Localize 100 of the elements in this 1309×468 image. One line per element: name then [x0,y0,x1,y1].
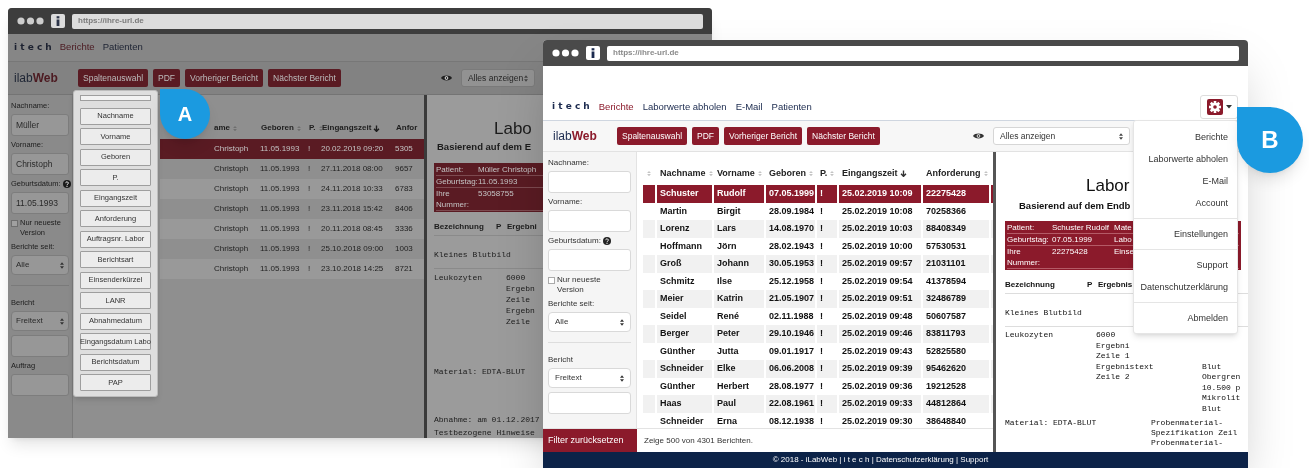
toolbar-button[interactable]: Spaltenauswahl [617,127,687,145]
info-label: Patient: [436,164,465,175]
table-cell-text: ! [307,163,312,175]
table-row[interactable]: Haas Paul 22.08.1961 ! 25.02.2019 09:33 44812864 [643,395,993,413]
table-cell-text: 11.05.1993 [259,163,301,175]
info-label: Mate [1114,222,1132,233]
nav-link[interactable]: Berichte [59,40,95,55]
column-header[interactable]: Eingangszeit [319,117,393,139]
menu-item[interactable]: Berichte [1134,126,1237,148]
table-row[interactable]: Meier Katrin 21.05.1907 ! 25.02.2019 09:51 32486789 [643,290,993,308]
window-dots-icon[interactable] [552,49,579,57]
info-label: Patient: [1007,222,1036,233]
select-arrows-icon[interactable] [1119,132,1123,140]
column-header[interactable]: Anfor [393,117,424,139]
table-cell-text: ! [307,223,312,235]
column-header[interactable]: P. [306,117,319,139]
input-field[interactable]: Müller [11,114,69,136]
table-row[interactable]: Schuster Rudolf 07.05.1999 ! 25.02.2019 10:09 22275428 [643,185,993,203]
column-header: P [1087,280,1094,290]
sort-down-icon[interactable] [373,124,381,132]
checkbox[interactable] [548,276,555,284]
report-title: Labo [494,119,532,139]
filter-input[interactable] [80,95,151,101]
table-cell-text: Christoph [213,203,250,215]
table-row[interactable]: Christoph 11.05.1993 ! 23.10.2018 14:25 8721 [160,259,424,279]
checkbox[interactable] [11,219,18,227]
callout-marker: B [1237,107,1303,173]
table-row[interactable]: Christoph 11.05.1993 ! 20.11.2018 08:45 3336 [160,219,424,239]
table-cell-text: 11.05.1993 [259,223,301,235]
menu-item[interactable]: Support [1134,254,1237,276]
info-label: Labo [1114,234,1132,245]
table-row[interactable]: Christoph 11.05.1993 ! 20.02.2019 09:20 5305 [160,139,424,159]
toolbar-button[interactable]: PDF [692,127,719,145]
column-header[interactable]: Geboren [258,117,306,139]
info-label: Geburtstag: [1007,234,1050,245]
select-arrows-icon[interactable] [60,261,64,269]
result-text: 6000 [1096,330,1116,341]
input-field[interactable] [11,374,69,396]
table-cell-text: ! [307,243,312,255]
nav-link[interactable]: Patienten [102,40,143,55]
view-select[interactable]: Alles anzeigen [460,69,535,87]
address-bar[interactable]: https://ihre-url.de [607,45,1239,61]
menu-item[interactable]: E-Mail [1134,170,1237,192]
info-value: 11.05.1993 [478,176,519,187]
select-field[interactable]: Alle [548,312,631,332]
table-row[interactable]: Berger Peter 29.10.1946 ! 25.02.2019 09:46 83811793 [643,325,993,343]
menu-item[interactable]: Datenschutzerklärung [1134,276,1237,298]
report-note: Abnahme: am 01.12.2017 [434,414,540,426]
input-field[interactable]: 11.05.1993 [11,192,69,214]
table-cell-text: 11.05.1993 [259,143,301,155]
toolbar-button[interactable]: Vorheriger Bericht [724,127,803,145]
table-row[interactable]: Groß Johann 30.05.1953 ! 25.02.2019 09:57 21031101 [643,255,993,273]
caret-icon[interactable] [1225,105,1232,109]
table-cell-text: Christoph [213,223,250,235]
input-field[interactable]: Christoph [11,153,69,175]
toolbar-button[interactable]: Nächster Bericht [268,69,341,87]
select-field[interactable]: Freitext [11,311,69,331]
nav-link[interactable]: Berichte [598,99,634,115]
table-cell-text: 8406 [394,203,414,215]
settings-button[interactable] [1200,95,1238,119]
menu-item[interactable]: Einstellungen [1134,223,1237,245]
material-note: Probenmaterial- [1151,438,1223,448]
select-arrows-icon[interactable] [620,318,624,326]
menu-item[interactable]: Laborwerte abholen [1134,148,1237,170]
toolbar-button[interactable]: Nächster Bericht [807,127,880,145]
nav-link[interactable]: Patienten [771,99,812,115]
toolbar-button[interactable]: Vorheriger Bericht [185,69,264,87]
nav-link[interactable]: Laborwerte abholen [642,99,727,115]
select-arrows-icon[interactable] [620,374,624,382]
column-header[interactable]: ame [212,117,258,139]
select-arrows-icon[interactable] [60,317,64,325]
result-text: Zeile 2 [1096,372,1130,383]
menu-item[interactable]: Abmelden [1134,307,1237,329]
column-header: Ergebni [507,222,537,232]
help-icon[interactable] [602,237,611,245]
info-icon [51,14,65,28]
input-field[interactable] [11,335,69,357]
window-dots-icon[interactable] [17,17,44,25]
toolbar-button[interactable]: Spaltenauswahl [78,69,148,87]
select-field[interactable]: Freitext [548,368,631,388]
select-field[interactable]: Alle [11,255,69,275]
reference-text: Mikrolit [1202,393,1241,404]
settings-icon[interactable] [1206,99,1223,115]
app-logo: ilabWeb [14,70,59,87]
table-cell-text: Christoph [213,243,250,255]
table-row[interactable]: Lorenz Lars 14.08.1970 ! 25.02.2019 10:03 88408349 [643,220,993,238]
reset-filter-button[interactable]: Filter zurücksetzen [543,428,637,453]
nav-link[interactable]: E-Mail [735,99,763,115]
field-label: Geburtsdatum: [548,235,601,247]
eye-icon [440,74,452,82]
view-select[interactable]: Alles anzeigen [993,127,1130,145]
sort-icon[interactable] [317,124,324,132]
table-cell-text: 8721 [394,263,414,275]
table-row[interactable]: Schneider Elke 06.06.2008 ! 25.02.2019 09:39 95462620 [643,360,993,378]
table-row[interactable]: Christoph 11.05.1993 ! 24.11.2018 10:33 6783 [160,179,424,199]
menu-item[interactable]: Account [1134,192,1237,214]
toolbar-button[interactable]: PDF [153,69,180,87]
report-subtitle: Basierend auf dem Endb [1019,200,1131,212]
table-cell-text: ! [307,203,312,215]
sort-down-icon[interactable] [899,170,907,177]
